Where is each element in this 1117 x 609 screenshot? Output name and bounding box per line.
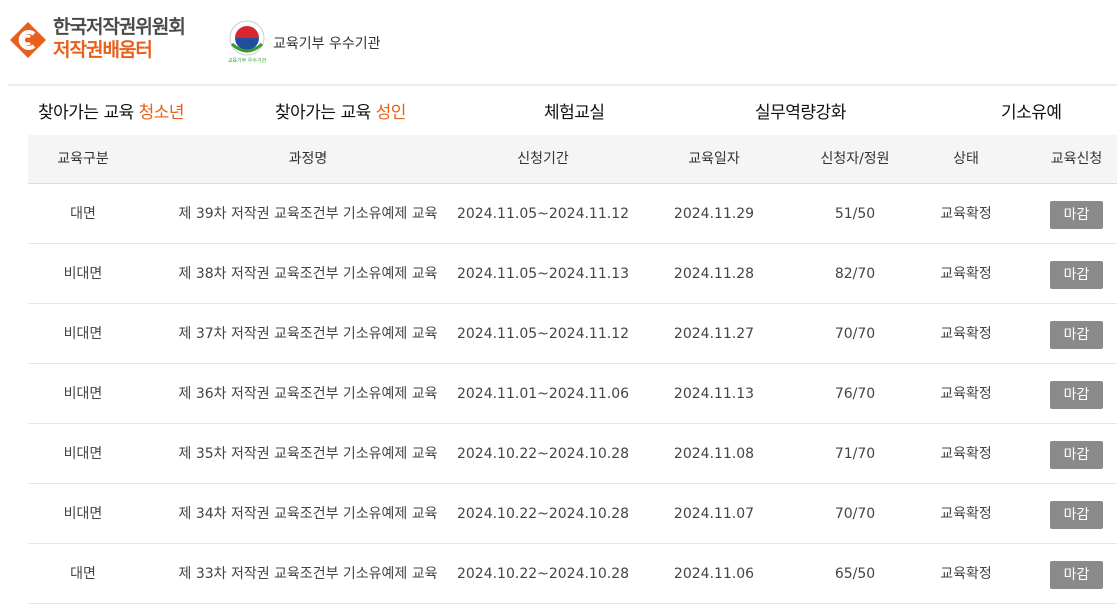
cell-course[interactable]: 제 38차 저작권 교육조건부 기소유예제 교육 [138, 244, 478, 304]
course-table: 교육구분 과정명 신청기간 교육일자 신청자/정원 상태 교육신청 대면 제 3… [28, 135, 1117, 604]
closed-button[interactable]: 마감 [1050, 261, 1103, 289]
nav-item-practical[interactable]: 실무역량강화 [755, 98, 846, 123]
cell-period: 2024.11.05~2024.11.13 [456, 266, 630, 282]
nav-item-highlight: 성인 [375, 103, 407, 123]
donation-emblem-icon: 교육기부 우수기관 [228, 20, 267, 64]
table-header: 교육구분 과정명 신청기간 교육일자 신청자/정원 상태 교육신청 [28, 135, 1117, 184]
col-header-period: 신청기간 [517, 151, 569, 167]
cell-date: 2024.11.06 [673, 566, 755, 582]
nav-item-highlight: 청소년 [138, 103, 185, 123]
cell-date: 2024.11.28 [673, 266, 755, 282]
cell-type: 비대면 [63, 326, 103, 342]
cell-status: 교육확정 [940, 206, 992, 222]
nav-item-label: 실무역량강화 [755, 103, 846, 123]
closed-button[interactable]: 마감 [1050, 201, 1103, 229]
table-row: 대면 제 39차 저작권 교육조건부 기소유예제 교육 2024.11.05~2… [28, 184, 1117, 244]
main-nav: 찾아가는 교육 청소년 찾아가는 교육 성인 체험교실 실무역량강화 기소유예 [0, 90, 1117, 132]
closed-button[interactable]: 마감 [1050, 381, 1103, 409]
cell-course[interactable]: 제 35차 저작권 교육조건부 기소유예제 교육 [138, 424, 478, 484]
cell-course[interactable]: 제 39차 저작권 교육조건부 기소유예제 교육 [138, 184, 478, 244]
closed-button[interactable]: 마감 [1050, 561, 1103, 589]
col-header-date: 교육일자 [688, 151, 740, 167]
col-header-status: 상태 [953, 151, 979, 167]
cell-status: 교육확정 [940, 386, 992, 402]
donation-badge-text: 교육기부 우수기관 [273, 36, 381, 52]
cell-course[interactable]: 제 33차 저작권 교육조건부 기소유예제 교육 [138, 544, 478, 604]
col-header-course: 과정명 [288, 151, 328, 167]
closed-button[interactable]: 마감 [1050, 501, 1103, 529]
cell-course[interactable]: 제 37차 저작권 교육조건부 기소유예제 교육 [138, 304, 478, 364]
cell-date: 2024.11.29 [673, 206, 755, 222]
cell-type: 대면 [70, 566, 96, 582]
cell-period: 2024.11.05~2024.11.12 [456, 206, 630, 222]
site-header: 한국저작권위원회 저작권배움터 교육기부 우수기관 교육기부 우수기관 [0, 0, 1117, 86]
cell-type: 비대면 [63, 266, 103, 282]
table-row: 대면 제 33차 저작권 교육조건부 기소유예제 교육 2024.10.22~2… [28, 544, 1117, 604]
cell-course[interactable]: 제 36차 저작권 교육조건부 기소유예제 교육 [138, 364, 478, 424]
cell-type: 대면 [70, 206, 96, 222]
nav-item-label: 기소유예 [1001, 103, 1062, 123]
nav-item-youth[interactable]: 찾아가는 교육 청소년 [38, 98, 185, 123]
closed-button[interactable]: 마감 [1050, 321, 1103, 349]
nav-item-label: 찾아가는 교육 [38, 103, 139, 123]
col-header-type: 교육구분 [57, 151, 109, 167]
cell-period: 2024.11.05~2024.11.12 [456, 326, 630, 342]
cell-status: 교육확정 [940, 506, 992, 522]
table-row: 비대면 제 38차 저작권 교육조건부 기소유예제 교육 2024.11.05~… [28, 244, 1117, 304]
nav-item-label: 체험교실 [544, 103, 605, 123]
nav-item-experience[interactable]: 체험교실 [544, 98, 605, 123]
cell-type: 비대면 [63, 386, 103, 402]
cell-period: 2024.10.22~2024.10.28 [456, 506, 630, 522]
nav-item-label: 찾아가는 교육 [275, 103, 376, 123]
logo-org-name: 한국저작권위원회 [53, 16, 186, 38]
cell-period: 2024.11.01~2024.11.06 [456, 386, 630, 402]
cell-date: 2024.11.08 [673, 446, 755, 462]
site-logo[interactable]: 한국저작권위원회 저작권배움터 [53, 16, 186, 62]
cell-period: 2024.10.22~2024.10.28 [456, 446, 630, 462]
table-row: 비대면 제 34차 저작권 교육조건부 기소유예제 교육 2024.10.22~… [28, 484, 1117, 544]
cell-status: 교육확정 [940, 326, 992, 342]
closed-button[interactable]: 마감 [1050, 441, 1103, 469]
cell-date: 2024.11.13 [673, 386, 755, 402]
cell-period: 2024.10.22~2024.10.28 [456, 566, 630, 582]
cell-status: 교육확정 [940, 266, 992, 282]
cell-date: 2024.11.27 [673, 326, 755, 342]
emblem-caption: 교육기부 우수기관 [228, 57, 267, 64]
col-header-apply: 교육신청 [1050, 151, 1103, 167]
copyright-logo-icon[interactable] [8, 20, 48, 60]
table-row: 비대면 제 36차 저작권 교육조건부 기소유예제 교육 2024.11.01~… [28, 364, 1117, 424]
table-row: 비대면 제 35차 저작권 교육조건부 기소유예제 교육 2024.10.22~… [28, 424, 1117, 484]
table-row: 비대면 제 37차 저작권 교육조건부 기소유예제 교육 2024.11.05~… [28, 304, 1117, 364]
header-divider [8, 84, 1117, 86]
cell-status: 교육확정 [940, 566, 992, 582]
cell-date: 2024.11.07 [673, 506, 755, 522]
nav-item-adult[interactable]: 찾아가는 교육 성인 [275, 98, 406, 123]
nav-item-suspension[interactable]: 기소유예 [1001, 98, 1062, 123]
cell-course[interactable]: 제 34차 저작권 교육조건부 기소유예제 교육 [138, 484, 478, 544]
cell-type: 비대면 [63, 506, 103, 522]
logo-site-name: 저작권배움터 [53, 39, 153, 61]
cell-type: 비대면 [63, 446, 103, 462]
cell-status: 교육확정 [940, 446, 992, 462]
